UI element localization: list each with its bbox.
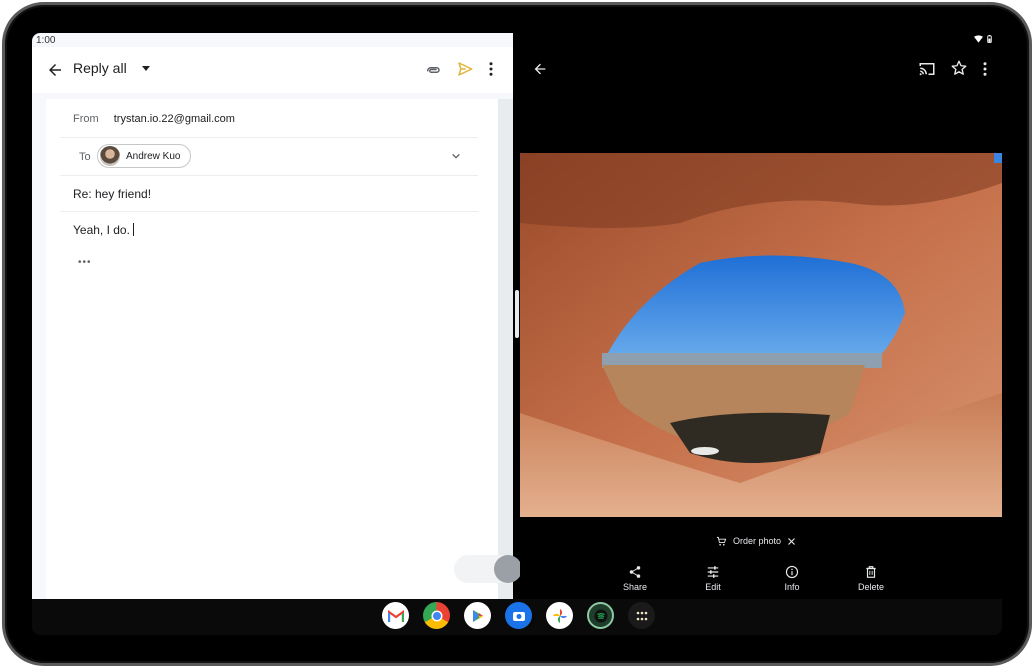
send-icon[interactable] (456, 60, 474, 78)
close-icon[interactable] (787, 537, 796, 546)
back-arrow-icon[interactable] (532, 61, 548, 77)
app-drawer-button[interactable] (628, 602, 655, 629)
split-screen-divider-handle[interactable] (515, 290, 519, 338)
share-button[interactable]: Share (610, 565, 660, 592)
cast-icon[interactable] (918, 60, 936, 78)
delete-button[interactable]: Delete (846, 565, 896, 592)
app-chrome[interactable] (423, 602, 450, 629)
screen: 1:00 Reply all From trystan.io.22@gmail.… (32, 33, 1002, 635)
divider (60, 211, 478, 212)
app-play-store[interactable] (464, 602, 491, 629)
compose-title: Reply all (73, 60, 127, 76)
camera-icon (512, 611, 525, 621)
status-icons (974, 35, 992, 43)
dock-apps (382, 602, 655, 629)
photo-actions-bar: Share Edit Info Delete (610, 565, 910, 597)
from-row[interactable]: From trystan.io.22@gmail.com (73, 113, 235, 125)
app-gmail[interactable] (382, 602, 409, 629)
chevron-down-icon[interactable] (451, 151, 461, 161)
play-store-icon (472, 609, 483, 622)
photo-image[interactable] (520, 153, 1002, 517)
divider (60, 137, 478, 138)
app-spotify[interactable] (587, 602, 614, 629)
tune-icon (707, 566, 719, 578)
gmail-compose-pane: 1:00 Reply all From trystan.io.22@gmail.… (32, 33, 522, 599)
wifi-icon (974, 35, 983, 43)
body-text: Yeah, I do. (73, 223, 130, 237)
battery-icon (987, 35, 992, 43)
delete-label: Delete (857, 582, 884, 592)
from-address: trystan.io.22@gmail.com (113, 113, 235, 125)
compose-toolbar: Reply all (32, 47, 513, 93)
trash-icon (866, 566, 876, 578)
subject-field[interactable]: Re: hey friend! (73, 187, 151, 201)
app-camera[interactable] (505, 602, 532, 629)
avatar (100, 146, 120, 166)
body-field[interactable]: Yeah, I do. (73, 223, 134, 237)
photos-viewer-pane: Order photo Share Edit Info Delete (520, 33, 1002, 599)
compose-card: From trystan.io.22@gmail.com To Andrew K… (46, 99, 498, 599)
order-photo-chip[interactable]: Order photo (716, 531, 796, 551)
star-icon[interactable] (950, 59, 968, 77)
status-time: 1:00 (36, 35, 56, 46)
info-icon (785, 565, 799, 579)
dropdown-icon[interactable] (142, 66, 150, 71)
cart-icon (716, 536, 727, 546)
text-cursor (132, 223, 134, 236)
more-vert-icon[interactable] (487, 60, 495, 78)
from-label: From (73, 113, 99, 125)
app-photos[interactable] (546, 602, 573, 629)
order-photo-label: Order photo (733, 536, 782, 546)
info-label: Info (784, 582, 800, 592)
floating-handle[interactable] (494, 555, 522, 583)
recipient-name: Andrew Kuo (126, 150, 181, 162)
show-quoted-button[interactable]: ••• (78, 257, 92, 268)
more-vert-icon[interactable] (982, 60, 988, 78)
photos-icon (552, 608, 567, 623)
edit-label: Edit (705, 582, 721, 592)
edit-button[interactable]: Edit (688, 565, 738, 592)
info-button[interactable]: Info (767, 565, 817, 592)
taskbar-dock (32, 599, 1002, 635)
share-label: Share (622, 582, 648, 592)
share-icon (629, 566, 641, 578)
gmail-icon (387, 609, 404, 622)
recipient-chip[interactable]: Andrew Kuo (97, 144, 192, 168)
chrome-icon (431, 610, 442, 621)
photo-person (691, 447, 719, 455)
to-label: To (79, 151, 91, 163)
back-arrow-icon[interactable] (46, 61, 64, 79)
attach-icon[interactable] (424, 61, 442, 79)
app-grid-icon (636, 611, 647, 620)
photo-sky-corner (994, 153, 1002, 163)
divider (60, 175, 478, 176)
spotify-icon (594, 609, 607, 622)
scrollbar-track[interactable] (498, 99, 513, 599)
